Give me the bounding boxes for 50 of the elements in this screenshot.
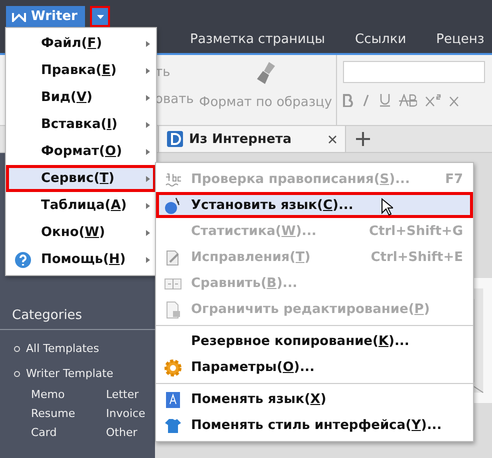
menu-item[interactable]: Таблица(A) xyxy=(6,192,156,219)
menu-item[interactable]: Поменять язык(X) xyxy=(156,386,473,412)
subcategory-item[interactable]: Other xyxy=(106,426,156,439)
menu-item-label: Статистика(W)... xyxy=(191,224,316,238)
writer-app-button[interactable]: Writer xyxy=(6,6,86,27)
menu-item-label: Помощь(H) xyxy=(41,252,126,267)
menu-item-label: Формат(O) xyxy=(41,144,122,159)
subcategory-item[interactable]: Memo xyxy=(31,388,106,401)
menu-item-label: Вид(V) xyxy=(41,90,92,105)
ribbon-tab[interactable]: Разметка страницы xyxy=(190,32,326,47)
menu-item[interactable]: Поменять стиль интерфейса(Y)... xyxy=(156,412,473,438)
menu-item[interactable]: Сервис(T) xyxy=(6,165,156,192)
menu-item[interactable]: Установить язык(C)... xyxy=(156,192,473,218)
menu-item-label: Ограничить редактирование(P) xyxy=(191,302,430,316)
menu-item[interactable]: Файл(F) xyxy=(6,30,156,57)
menu-item-label: Правка(E) xyxy=(41,63,117,78)
menu-item-label: Поменять стиль интерфейса(Y)... xyxy=(191,418,442,432)
ribbon-button-label: ть xyxy=(155,65,172,80)
menu-item[interactable]: Окно(W) xyxy=(6,219,156,246)
menu-item-label: Резервное копирование(K)... xyxy=(191,334,410,348)
menu-item[interactable]: Вид(V) xyxy=(6,84,156,111)
menu-item-label: Поменять язык(X) xyxy=(191,392,326,406)
subcategory-item[interactable]: Invoice xyxy=(106,407,156,420)
category-item[interactable]: Writer Template xyxy=(0,355,155,380)
document-tab[interactable]: Из Интернета xyxy=(158,126,346,152)
menu-item-label: Файл(F) xyxy=(41,36,102,51)
menu-item[interactable]: Параметры(O)... xyxy=(156,354,473,384)
menu-item-label: Таблица(A) xyxy=(41,198,127,213)
subcategory-item[interactable]: Card xyxy=(31,426,106,439)
category-item[interactable]: All Templates xyxy=(0,330,155,355)
shortcut-label: F7 xyxy=(445,172,463,186)
subcategory-item[interactable]: Resume xyxy=(31,407,106,420)
menu-item-label: Сервис(T) xyxy=(41,171,114,186)
menu-item-label: Исправления(T) xyxy=(191,250,310,264)
shortcut-label: Ctrl+Shift+G xyxy=(368,224,463,238)
menu-item[interactable]: Помощь(H) xyxy=(6,246,156,273)
menu-item[interactable]: Правка(E) xyxy=(6,57,156,84)
menu-item-label: Параметры(O)... xyxy=(191,360,315,374)
menu-item-label: Проверка правописания(S)... xyxy=(191,172,410,186)
menu-item[interactable]: Резервное копирование(K)... xyxy=(156,328,473,354)
menu-item[interactable]: Формат(O) xyxy=(6,138,156,165)
ribbon-tab[interactable]: Реценз xyxy=(436,32,484,47)
shortcut-label: Ctrl+Shift+E xyxy=(370,250,463,264)
menu-item-label: Вставка(I) xyxy=(41,117,118,132)
ribbon-tab[interactable]: Ссылки xyxy=(355,32,406,47)
menu-item-label: Установить язык(C)... xyxy=(191,198,354,212)
menu-item-label: Окно(W) xyxy=(41,225,106,240)
menu-item-label: Сравнить(B)... xyxy=(191,276,298,290)
menu-item[interactable]: Вставка(I) xyxy=(6,111,156,138)
subcategory-item[interactable]: Letter xyxy=(106,388,156,401)
